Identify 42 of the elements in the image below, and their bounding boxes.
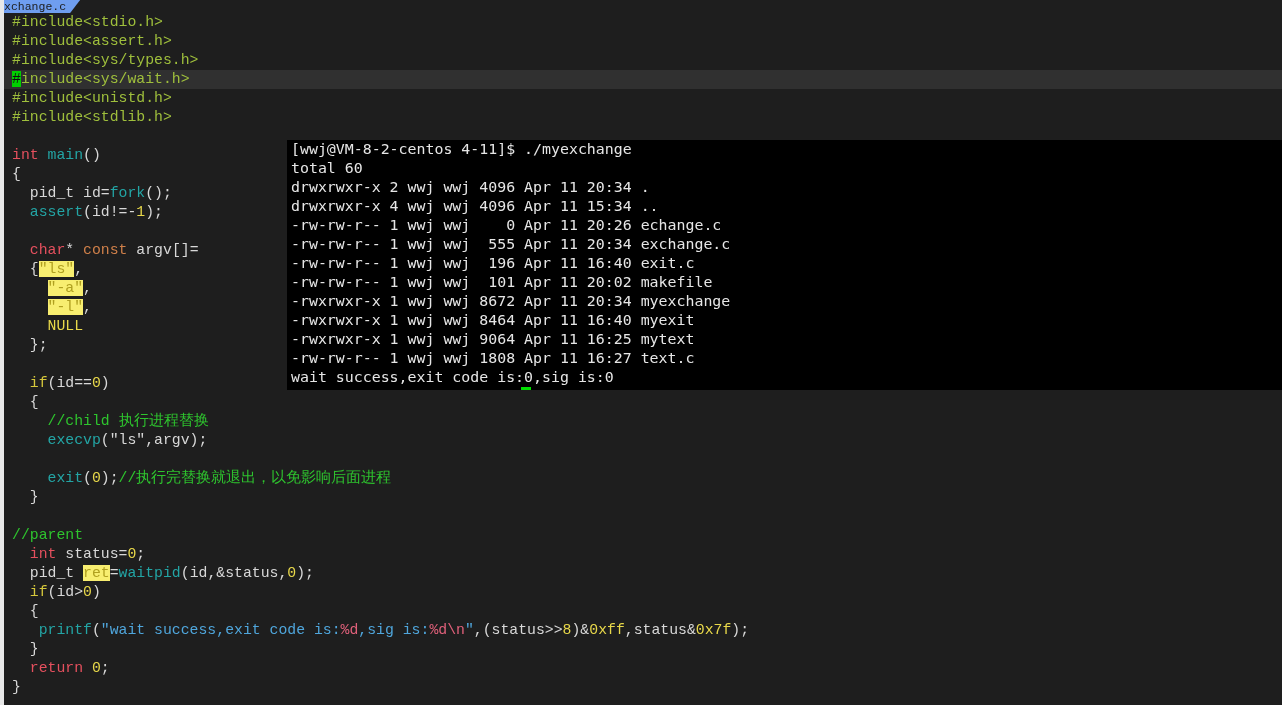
code-line: int main() xyxy=(12,147,101,163)
code-line: } xyxy=(28,489,39,505)
terminal-line: -rw-rw-r-- 1 wwj wwj 0 Apr 11 20:26 echange.c xyxy=(291,216,723,235)
terminal-line: drwxrwxr-x 2 wwj wwj 4096 Apr 11 20:34 . xyxy=(291,178,651,197)
terminal-line: -rw-rw-r-- 1 wwj wwj 555 Apr 11 20:34 exchange.c xyxy=(291,235,732,254)
code-line: //child 执行进程替换 xyxy=(46,413,209,429)
code-line: printf("wait success,exit code is:%d,sig is:%d\n",(status>>8)&0xff,status&0x7f); xyxy=(37,622,750,638)
terminal-line: drwxrwxr-x 4 wwj wwj 4096 Apr 11 15:34 .. xyxy=(291,197,660,216)
code-line: exit(0);//执行完替换就退出，以免影响后面进程 xyxy=(46,470,392,486)
terminal-line: -rwxrwxr-x 1 wwj wwj 9064 Apr 11 16:25 mytext xyxy=(291,330,696,349)
code-line: //parent xyxy=(12,527,84,543)
code-line: char* const argv[]= xyxy=(28,242,199,258)
terminal-line: -rw-rw-r-- 1 wwj wwj 1808 Apr 11 16:27 text.c xyxy=(291,349,696,368)
terminal-cursor xyxy=(521,387,531,390)
file-tab[interactable]: xchange.c xyxy=(4,0,81,13)
code-line: { xyxy=(12,166,21,182)
code-line: pid_t ret=waitpid(id,&status,0); xyxy=(28,565,314,581)
code-line: NULL xyxy=(46,318,84,334)
code-line: #include<assert.h> xyxy=(12,33,172,49)
code-line: }; xyxy=(28,337,48,353)
terminal-line: -rwxrwxr-x 1 wwj wwj 8464 Apr 11 16:40 myexit xyxy=(291,311,696,330)
code-line: { xyxy=(28,603,39,619)
terminal-line: -rw-rw-r-- 1 wwj wwj 101 Apr 11 20:02 makefile xyxy=(291,273,714,292)
code-line: #include<stdlib.h> xyxy=(12,109,172,125)
terminal-line: -rw-rw-r-- 1 wwj wwj 196 Apr 11 16:40 exit.c xyxy=(291,254,696,273)
terminal-line: [wwj@VM-8-2-centos 4-11]$ ./myexchange xyxy=(291,140,633,159)
terminal-line: wait success,exit code is:0,sig is:0 xyxy=(291,368,615,387)
code-line: assert(id!=-1); xyxy=(28,204,163,220)
terminal-line: -rwxrwxr-x 1 wwj wwj 8672 Apr 11 20:34 myexchange xyxy=(291,292,732,311)
code-line: { xyxy=(28,394,39,410)
code-line: } xyxy=(12,679,21,695)
code-line: if(id==0) xyxy=(28,375,110,391)
code-line: pid_t id=fork(); xyxy=(28,185,172,201)
code-line: #include<sys/types.h> xyxy=(12,52,199,68)
code-line: execvp("ls",argv); xyxy=(46,432,208,448)
code-line: #include<unistd.h> xyxy=(12,90,172,106)
code-line: if(id>0) xyxy=(28,584,101,600)
terminal-line: total 60 xyxy=(291,159,364,178)
code-line: } xyxy=(28,641,39,657)
code-line: return 0; xyxy=(28,660,110,676)
code-line: #include<stdio.h> xyxy=(12,14,163,30)
code-line: int status=0; xyxy=(28,546,146,562)
